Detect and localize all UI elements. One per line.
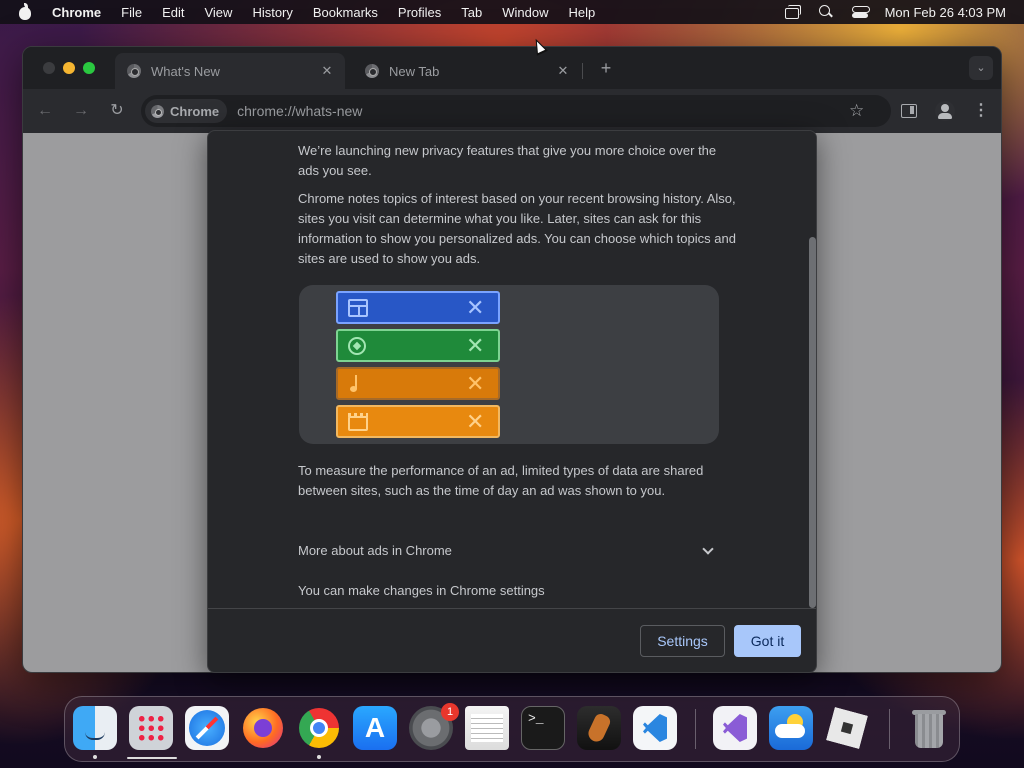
forward-button[interactable]: →	[71, 101, 91, 121]
menu-app-chrome[interactable]: Chrome	[52, 5, 101, 20]
running-indicator	[93, 755, 97, 759]
topic-row-film: ✕	[336, 405, 500, 438]
dock-roblox-icon[interactable]	[825, 706, 869, 750]
menu-file[interactable]: File	[121, 5, 142, 20]
dock-launchpad-icon[interactable]	[129, 706, 173, 750]
menu-history[interactable]: History	[252, 5, 292, 20]
dock-safari-icon[interactable]	[185, 706, 229, 750]
tab-search-button[interactable]: ⌄	[969, 56, 993, 80]
dock-divider	[889, 709, 890, 749]
topics-explanation: Chrome notes topics of interest based on…	[298, 191, 736, 266]
dialog-scroll-body[interactable]: We’re launching new privacy features tha…	[208, 131, 808, 608]
chrome-favicon-icon	[365, 64, 379, 78]
soccer-ball-icon	[348, 337, 366, 355]
music-note-icon	[348, 375, 368, 393]
bookmark-star-icon[interactable]: ☆	[849, 101, 864, 121]
dialog-footer-divider	[208, 608, 816, 609]
address-bar[interactable]: Chrome chrome://whats-new	[141, 95, 891, 127]
window-close-button[interactable]	[43, 62, 55, 74]
tab-new-tab[interactable]: New Tab ✕	[353, 53, 581, 89]
window-zoom-button[interactable]	[83, 62, 95, 74]
dialog-scrollbar-thumb[interactable]	[809, 237, 816, 608]
settings-button[interactable]: Settings	[640, 625, 725, 657]
remove-topic-icon: ✕	[466, 295, 485, 320]
reload-button[interactable]: ↻	[107, 101, 127, 121]
menu-help[interactable]: Help	[569, 5, 596, 20]
back-button[interactable]: ←	[35, 101, 55, 121]
menu-tab[interactable]: Tab	[461, 5, 482, 20]
topic-row-news: ✕	[336, 291, 500, 324]
tab-title: What's New	[151, 63, 220, 79]
chip-label: Chrome	[170, 103, 220, 119]
spotlight-search-icon[interactable]	[817, 4, 835, 20]
more-about-ads-expander[interactable]: More about ads in Chrome	[298, 541, 718, 561]
url-text[interactable]: chrome://whats-new	[237, 103, 362, 119]
notification-badge: 1	[441, 703, 459, 721]
dock-weather-icon[interactable]	[769, 706, 813, 750]
dock: 1	[64, 696, 960, 762]
dock-textedit-icon[interactable]	[465, 706, 509, 750]
menu-view[interactable]: View	[204, 5, 232, 20]
new-tab-button[interactable]: +	[597, 59, 615, 77]
remove-topic-icon: ✕	[466, 333, 485, 358]
chrome-menu-icon[interactable]: ⋮	[973, 101, 989, 121]
menu-profiles[interactable]: Profiles	[398, 5, 441, 20]
intro-text: We’re launching new privacy features tha…	[298, 143, 717, 178]
dock-garageband-icon[interactable]	[577, 706, 621, 750]
tab-title: New Tab	[389, 63, 440, 79]
menu-edit[interactable]: Edit	[162, 5, 184, 20]
remove-topic-icon: ✕	[466, 371, 485, 396]
dock-indicator-bar	[127, 757, 177, 759]
menu-bar: Chrome File Edit View History Bookmarks …	[0, 0, 1024, 24]
chrome-logo-icon	[151, 104, 164, 118]
tab-strip: What's New ✕ New Tab ✕ + ⌄	[23, 47, 1001, 89]
menu-bar-clock[interactable]: Mon Feb 26 4:03 PM	[885, 5, 1006, 20]
control-center-icon[interactable]	[851, 4, 870, 20]
menu-bookmarks[interactable]: Bookmarks	[313, 5, 378, 20]
dock-visual-studio-icon[interactable]	[713, 706, 757, 750]
chrome-favicon-icon	[127, 64, 141, 78]
dock-finder-icon[interactable]	[73, 706, 117, 750]
tab-separator	[582, 63, 583, 79]
topic-row-music: ✕	[336, 367, 500, 400]
tab-whats-new[interactable]: What's New ✕	[115, 53, 345, 89]
running-indicator	[317, 755, 321, 759]
menu-window[interactable]: Window	[502, 5, 548, 20]
browser-toolbar: ← → ↻ Chrome chrome://whats-new ☆ ⋮	[23, 89, 1001, 133]
dock-chrome-icon[interactable]	[297, 706, 341, 750]
profile-avatar-icon[interactable]	[935, 101, 955, 121]
dock-divider	[695, 709, 696, 749]
tab-close-icon[interactable]: ✕	[319, 63, 335, 79]
newspaper-icon	[348, 299, 368, 317]
screen-mirroring-icon[interactable]	[783, 4, 801, 20]
dock-vscode-icon[interactable]	[633, 706, 677, 750]
measurement-text: To measure the performance of an ad, lim…	[298, 463, 704, 498]
dock-firefox-icon[interactable]	[241, 706, 285, 750]
dock-terminal-icon[interactable]	[521, 706, 565, 750]
side-panel-icon[interactable]	[901, 104, 917, 118]
tab-close-icon[interactable]: ✕	[555, 63, 571, 79]
ad-privacy-dialog: We’re launching new privacy features tha…	[207, 130, 817, 673]
settings-hint-text: You can make changes in Chrome settings	[298, 583, 545, 598]
got-it-button[interactable]: Got it	[734, 625, 801, 657]
site-info-chip[interactable]: Chrome	[145, 99, 228, 123]
dock-trash-icon[interactable]	[907, 706, 951, 750]
dock-app-store-icon[interactable]	[353, 706, 397, 750]
window-minimize-button[interactable]	[63, 62, 75, 74]
clapperboard-icon	[348, 413, 368, 431]
topic-row-sports: ✕	[336, 329, 500, 362]
apple-menu-icon[interactable]	[18, 3, 32, 20]
remove-topic-icon: ✕	[466, 409, 485, 434]
